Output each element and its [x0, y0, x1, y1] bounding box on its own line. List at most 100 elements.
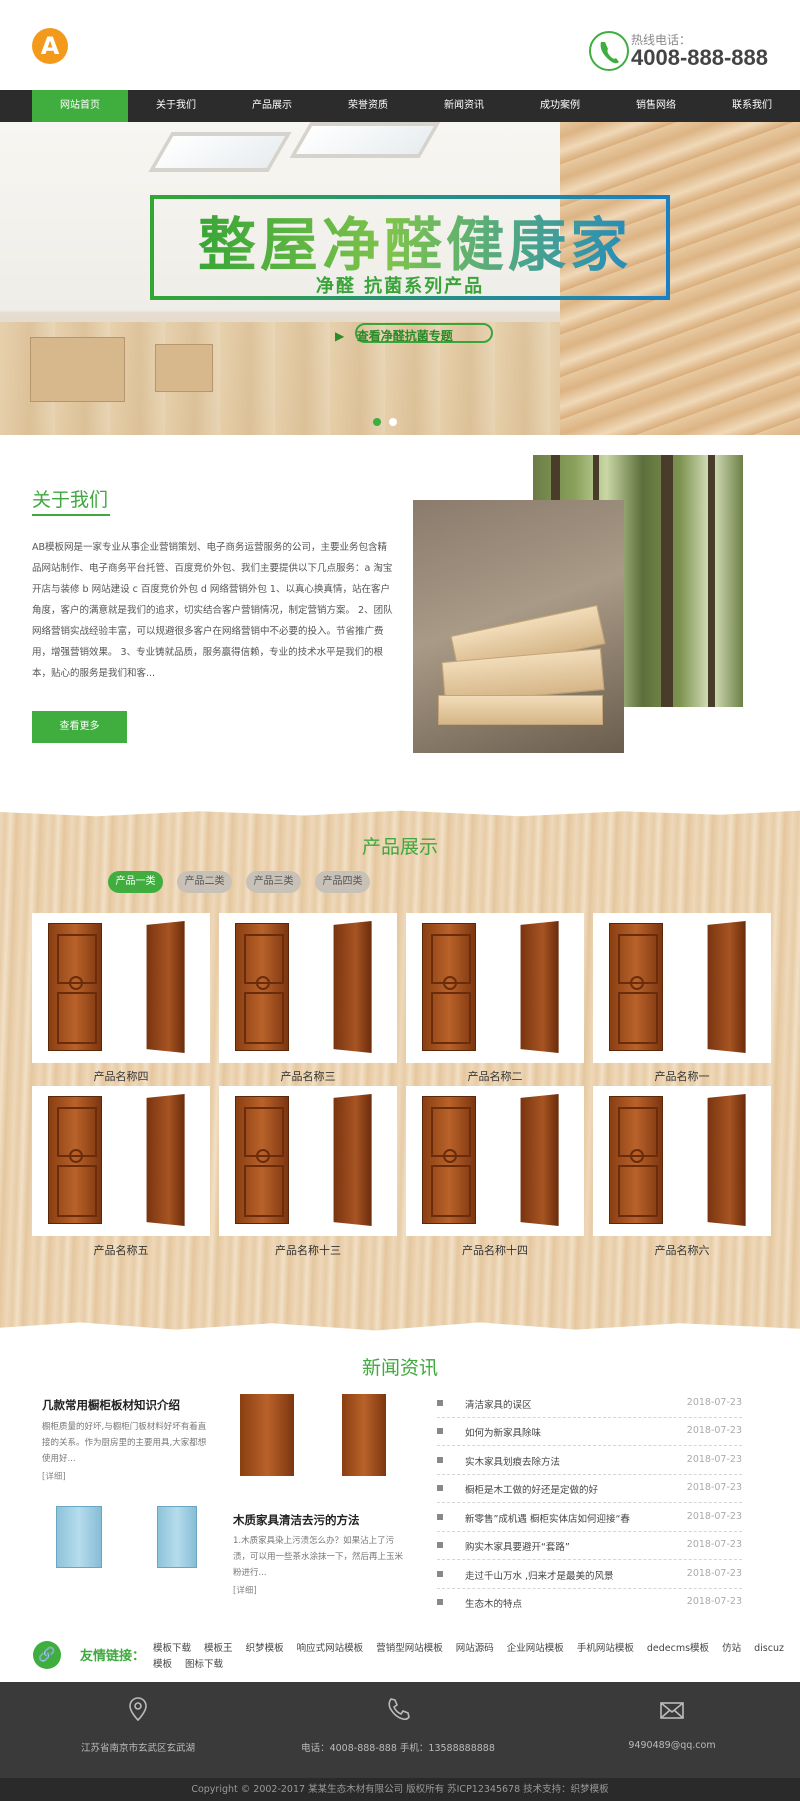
friend-link[interactable]: 仿站: [722, 1643, 751, 1654]
nav-item-honors[interactable]: 荣誉资质: [320, 90, 416, 122]
product-name[interactable]: 产品名称六: [593, 1242, 771, 1258]
feature-news-title[interactable]: 几款常用橱柜板材知识介绍: [42, 1397, 180, 1413]
tab-product-cat-2[interactable]: 产品二类: [177, 871, 232, 893]
door-image: [48, 1096, 102, 1224]
cardboard-box: [155, 344, 213, 392]
feature-news-image[interactable]: [230, 1390, 410, 1480]
product-name[interactable]: 产品名称四: [32, 1068, 210, 1084]
friend-link[interactable]: 营销型网站模板: [376, 1643, 453, 1654]
nav-item-news[interactable]: 新闻资讯: [416, 90, 512, 122]
product-name[interactable]: 产品名称二: [406, 1068, 584, 1084]
about-section: 关于我们 AB模板网是一家专业从事企业营销策划、电子商务运营服务的公司，主要业务…: [0, 435, 800, 805]
news-item-date: 2018-07-23: [686, 1397, 742, 1408]
friend-link[interactable]: 企业网站模板: [507, 1643, 574, 1654]
product-card[interactable]: [406, 913, 584, 1063]
friend-link[interactable]: 手机网站模板: [577, 1643, 644, 1654]
friend-link[interactable]: 图标下载: [185, 1659, 233, 1670]
header: A 热线电话： 4008-888-888: [0, 0, 800, 90]
feature-news-text: 1.木质家具染上污渍怎么办？如果沾上了污渍，可以用一些茶水涂抹一下，然后再上玉米…: [233, 1536, 404, 1578]
door-image: [240, 1394, 294, 1476]
nav-item-contact[interactable]: 联系我们: [704, 90, 800, 122]
news-list-item[interactable]: 新零售”成机遇 橱柜实体店如何迎接“春 2018-07-23: [437, 1504, 742, 1532]
about-title: 关于我们: [32, 489, 109, 511]
friend-link[interactable]: 模板王: [204, 1643, 243, 1654]
news-list-item[interactable]: 实木家具划痕去除方法 2018-07-23: [437, 1447, 742, 1475]
bullet-icon: [437, 1571, 443, 1577]
title-underline: [32, 514, 110, 516]
door-image: [48, 923, 102, 1051]
hero-banner[interactable]: 整屋净醛健康家 净醛 抗菌系列产品 ▶ 查看净醛抗菌专题: [0, 122, 800, 435]
door-image: [235, 1096, 289, 1224]
news-item-date: 2018-07-23: [686, 1568, 742, 1579]
product-card[interactable]: [219, 1086, 397, 1236]
skylight: [148, 132, 292, 172]
product-name[interactable]: 产品名称三: [219, 1068, 397, 1084]
copyright: Copyright © 2002-2017 某某生态木材有限公司 版权所有 苏I…: [0, 1778, 800, 1801]
bullet-icon: [437, 1457, 443, 1463]
friend-link[interactable]: 网站源码: [456, 1643, 504, 1654]
door-image: [333, 920, 372, 1054]
bullet-icon: [437, 1599, 443, 1605]
nav-item-products[interactable]: 产品展示: [224, 90, 320, 122]
product-name[interactable]: 产品名称一: [593, 1068, 771, 1084]
feature-news-title[interactable]: 木质家具清洁去污的方法: [233, 1512, 360, 1528]
about-more-button[interactable]: 查看更多: [32, 711, 127, 743]
news-item-title: 清洁家具的误区: [465, 1400, 532, 1411]
feature-news-image[interactable]: [42, 1503, 212, 1571]
friend-link[interactable]: 响应式网站模板: [297, 1643, 374, 1654]
news-list-item[interactable]: 如何为新家具除味 2018-07-23: [437, 1418, 742, 1446]
product-card[interactable]: [406, 1086, 584, 1236]
feature-news-more[interactable]: [详细]: [42, 1470, 66, 1482]
news-list-item[interactable]: 清洁家具的误区 2018-07-23: [437, 1390, 742, 1418]
news-list-item[interactable]: 生态木的特点 2018-07-23: [437, 1589, 742, 1617]
news-list-item[interactable]: 购实木家具要避开“套路” 2018-07-23: [437, 1532, 742, 1560]
banner-subtitle: 净醛 抗菌系列产品: [315, 276, 485, 297]
product-card[interactable]: [32, 913, 210, 1063]
news-list-item[interactable]: 橱柜是木工做的好还是定做的好 2018-07-23: [437, 1475, 742, 1503]
product-card[interactable]: [593, 913, 771, 1063]
door-image: [146, 920, 185, 1054]
nav-item-home[interactable]: 网站首页: [32, 90, 128, 122]
tab-product-cat-4[interactable]: 产品四类: [315, 871, 370, 893]
product-card[interactable]: [219, 913, 397, 1063]
plank: [438, 695, 603, 725]
footer-phone: 电话：4008-888-888 手机：13588888888: [301, 1743, 495, 1754]
footer: 江苏省南京市玄武区玄武湖 电话：4008-888-888 手机：13588888…: [0, 1682, 800, 1778]
wood-planks-image: [413, 500, 624, 753]
product-name[interactable]: 产品名称五: [32, 1242, 210, 1258]
news-item-title: 如何为新家具除味: [465, 1428, 542, 1439]
carousel-dot[interactable]: [389, 418, 397, 426]
feature-news-more[interactable]: [详细]: [233, 1584, 257, 1596]
footer-email[interactable]: 9490489@qq.com: [562, 1740, 782, 1751]
logo-icon[interactable]: A: [32, 28, 68, 64]
news-item-title: 新零售”成机遇 橱柜实体店如何迎接“春: [465, 1514, 630, 1525]
friend-link[interactable]: dedecms模板: [647, 1643, 719, 1654]
nav-item-cases[interactable]: 成功案例: [512, 90, 608, 122]
bullet-icon: [437, 1514, 443, 1520]
feature-news-text: 橱柜质量的好坏,与橱柜门板材料好坏有着直接的关系。作为厨房里的主要用具,大家都想…: [42, 1422, 207, 1464]
news-item-title: 实木家具划痕去除方法: [465, 1457, 561, 1468]
tree-trunk: [661, 455, 673, 707]
news-item-title: 生态木的特点: [465, 1599, 523, 1610]
product-name[interactable]: 产品名称十三: [219, 1242, 397, 1258]
news-title: 新闻资讯: [361, 1357, 438, 1379]
news-list-item[interactable]: 走过千山万水 ,归来才是最美的风景 2018-07-23: [437, 1561, 742, 1589]
friend-link[interactable]: 织梦模板: [246, 1643, 294, 1654]
news-item-title: 橱柜是木工做的好还是定做的好: [465, 1485, 599, 1496]
door-image: [157, 1506, 197, 1568]
nav-item-about[interactable]: 关于我们: [128, 90, 224, 122]
carousel-dot-active[interactable]: [373, 418, 381, 426]
banner-cta-link[interactable]: ▶ 查看净醛抗菌专题: [335, 327, 453, 344]
product-card[interactable]: [32, 1086, 210, 1236]
main-nav: 网站首页 关于我们 产品展示 荣誉资质 新闻资讯 成功案例 销售网络 联系我们: [0, 90, 800, 122]
friend-link[interactable]: 模板下载: [153, 1643, 201, 1654]
tab-product-cat-3[interactable]: 产品三类: [246, 871, 301, 893]
torn-edge: [0, 1322, 800, 1335]
nav-item-sales-network[interactable]: 销售网络: [608, 90, 704, 122]
product-name[interactable]: 产品名称十四: [406, 1242, 584, 1258]
door-image: [707, 1093, 746, 1227]
mail-icon: [660, 1702, 684, 1719]
product-card[interactable]: [593, 1086, 771, 1236]
tree-trunk: [708, 455, 715, 707]
tab-product-cat-1[interactable]: 产品一类: [108, 871, 163, 893]
